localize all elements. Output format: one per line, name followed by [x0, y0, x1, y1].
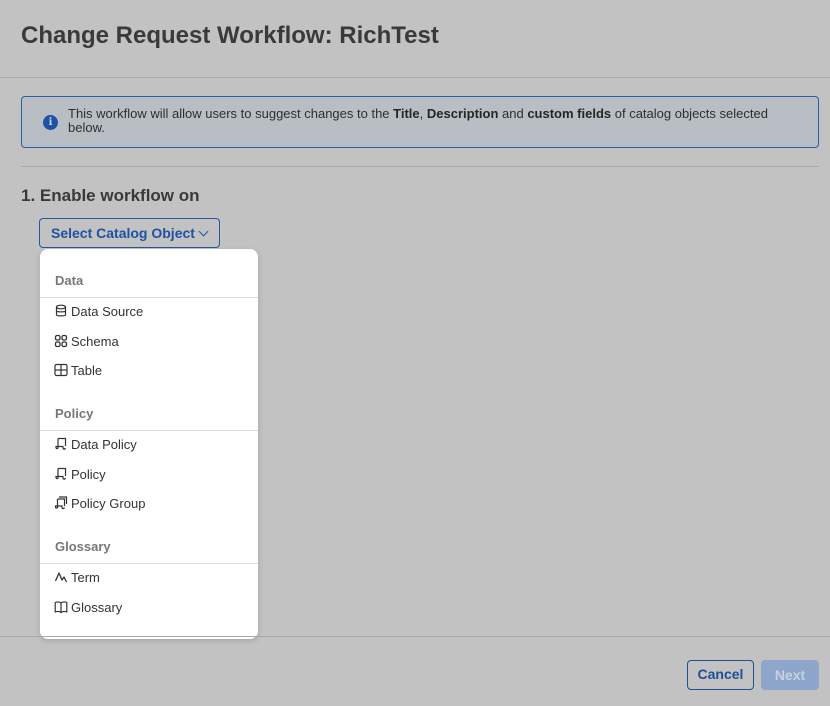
- policy-icon: [55, 467, 67, 480]
- menu-item-label: Glossary: [71, 600, 123, 615]
- database-icon: [55, 304, 67, 317]
- title-divider: [0, 77, 830, 78]
- menu-item-glossary[interactable]: Glossary: [40, 595, 258, 621]
- info-banner: i This workflow will allow users to sugg…: [21, 96, 819, 148]
- group-divider: [40, 297, 258, 298]
- menu-item-policy-group[interactable]: Policy Group: [40, 491, 258, 517]
- menu-item-data-policy[interactable]: Data Policy: [40, 432, 258, 458]
- menu-item-label: Table: [71, 363, 103, 378]
- menu-item-label: Data Source: [71, 304, 144, 319]
- select-catalog-object-button[interactable]: Select Catalog Object: [39, 218, 220, 248]
- menu-item-label: Schema: [71, 334, 119, 349]
- book-icon: [54, 601, 68, 614]
- chevron-down-icon: [198, 226, 209, 237]
- page-title: Change Request Workflow: RichTest: [21, 22, 439, 49]
- info-icon: i: [43, 115, 58, 130]
- menu-item-table[interactable]: Table: [40, 358, 258, 384]
- menu-item-term[interactable]: Term: [40, 565, 258, 591]
- menu-item-policy[interactable]: Policy: [40, 462, 258, 488]
- group-label-data: Data: [55, 273, 84, 288]
- next-button[interactable]: Next: [761, 660, 819, 690]
- group-divider: [40, 430, 258, 431]
- schema-icon: [54, 334, 68, 348]
- select-button-label: Select Catalog Object: [51, 225, 195, 241]
- catalog-object-dropdown: Data Data Source Schema Table Policy Dat…: [40, 249, 258, 639]
- banner-text: This workflow will allow users to sugges…: [68, 106, 768, 135]
- term-icon: [54, 572, 68, 583]
- policy-group-icon: [54, 496, 68, 510]
- section-divider: [21, 166, 819, 167]
- menu-item-schema[interactable]: Schema: [40, 329, 258, 355]
- section-heading: 1. Enable workflow on: [21, 186, 200, 205]
- group-label-policy: Policy: [55, 406, 94, 421]
- footer-divider: [0, 636, 830, 637]
- data-policy-icon: [55, 437, 67, 450]
- menu-item-label: Data Policy: [71, 437, 137, 452]
- group-label-glossary: Glossary: [55, 539, 111, 554]
- menu-item-label: Policy Group: [71, 496, 146, 511]
- menu-item-label: Policy: [71, 467, 106, 482]
- group-divider: [40, 563, 258, 564]
- menu-item-data-source[interactable]: Data Source: [40, 299, 258, 325]
- cancel-button[interactable]: Cancel: [687, 660, 754, 690]
- table-icon: [54, 363, 68, 377]
- menu-item-label: Term: [71, 570, 100, 585]
